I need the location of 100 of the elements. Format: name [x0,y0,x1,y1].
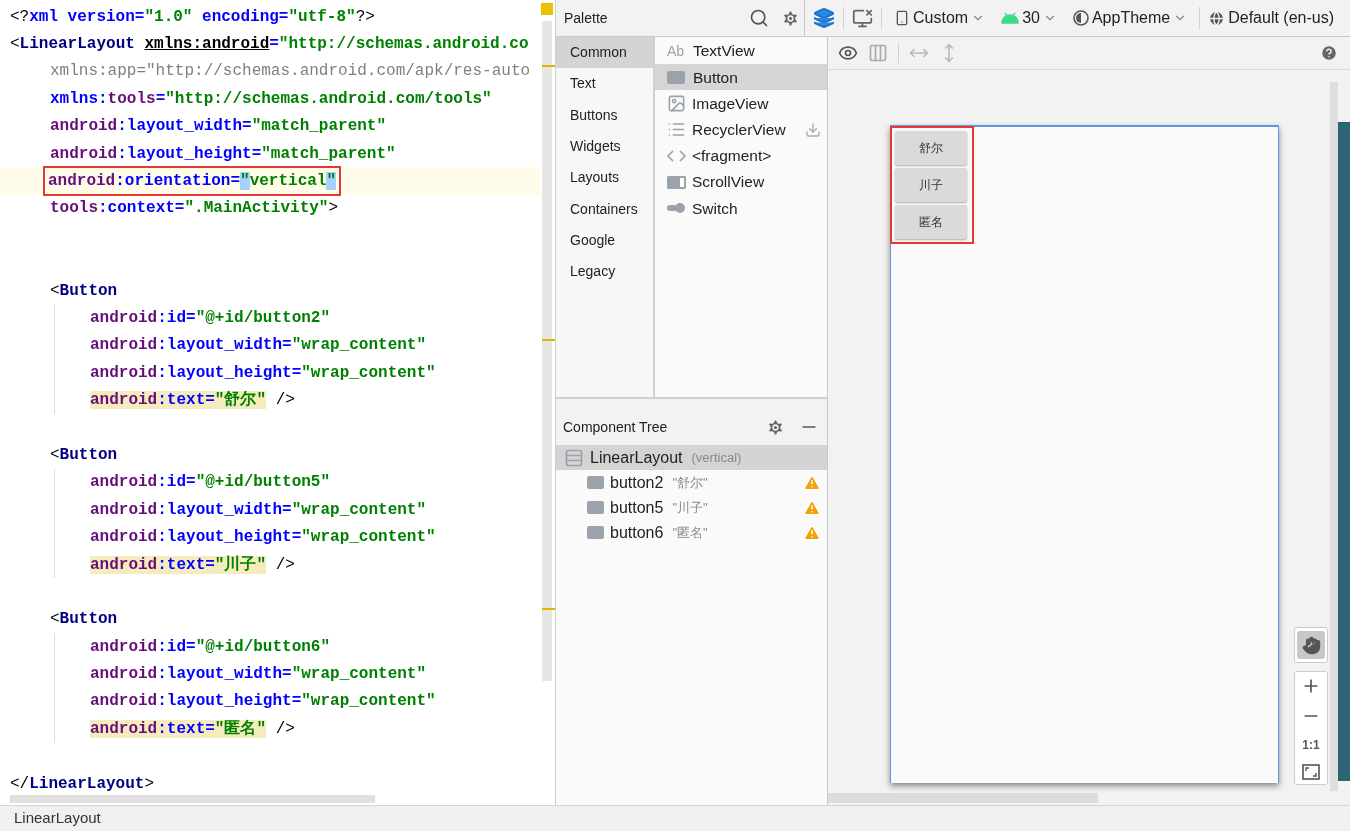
code-line: android:text="舒尔" /> [90,390,295,412]
tree-item-detail: "川子" [672,498,708,517]
palette-item-label: RecyclerView [692,120,787,141]
help-icon[interactable] [1320,44,1338,62]
settings-icon[interactable] [781,8,800,28]
fit-screen-icon[interactable] [1302,764,1320,780]
code-line: android:id="@+id/button2" [90,308,331,329]
preview-button[interactable]: 匿名 [895,205,967,239]
palette-item[interactable]: ScrollView [655,168,827,196]
hand-icon [1301,635,1321,655]
tree-item-detail: "匿名" [672,523,708,542]
palette-category[interactable]: Google [556,224,653,257]
palette-item[interactable]: Switch [655,195,827,222]
code-line: android:layout_width="wrap_content" [90,499,427,521]
code-line: android:orientation="vertical" [46,169,339,194]
palette-category[interactable]: Legacy [556,256,653,288]
code-line: <LinearLayout xmlns:android="http://schemas.android.co [10,34,529,56]
code-line: <?xml version="1.0" encoding="utf-8"?> [10,6,375,28]
palette-item-label: TextView [693,41,756,62]
download-icon[interactable] [805,121,821,138]
button-icon [587,501,604,514]
tree-item-name: button5 [610,497,664,518]
palette-category[interactable]: Widgets [556,130,653,163]
image-icon [667,93,686,113]
palette-category[interactable]: Buttons [556,99,653,131]
globe-icon [1208,9,1226,27]
horizontal-scrollbar[interactable] [828,793,1098,803]
palette-item[interactable]: Button [655,64,827,91]
code-line: android:id="@+id/button6" [90,636,331,658]
tree-item[interactable]: button5 "川子" [556,495,827,520]
preview-button[interactable]: 川子 [895,168,967,202]
palette-item[interactable]: Ab TextView [655,38,827,65]
palette-item[interactable]: <fragment> [655,142,827,169]
api-dropdown[interactable]: 30 [997,5,1061,31]
panel-title: Component Tree [563,417,669,437]
code-line: xmlns:tools="http://schemas.android.com/tools" [50,88,492,110]
code-line: <Button [50,444,118,466]
code-line: </LinearLayout> [10,773,155,795]
warning-marker[interactable] [541,65,555,67]
palette-category[interactable]: Text [556,68,653,100]
code-line: android:layout_height="wrap_content" [90,691,436,713]
button-icon [667,70,685,84]
tree-item[interactable]: button2 "舒尔" [556,470,827,495]
code-line: android:layout_height="wrap_content" [90,527,436,549]
code-line: android:layout_width="wrap_content" [90,664,427,686]
vertical-scrollbar[interactable] [1330,82,1338,791]
code-line: <Button [50,280,118,302]
theme-dropdown[interactable]: AppTheme [1068,5,1192,31]
tree-item-name: button6 [610,522,664,543]
brackets-icon [667,149,686,162]
device-screen[interactable]: 舒尔 川子 匿名 [890,125,1279,783]
palette-item-label: ScrollView [692,172,766,193]
device-dropdown[interactable]: Custom [890,5,990,31]
code-line: android:layout_width="match_parent" [50,116,387,138]
palette-item[interactable]: ImageView [655,90,827,117]
code-line: android:text="川子" /> [90,554,295,576]
tree-item-detail: (vertical) [691,448,742,467]
status-text: LinearLayout [14,808,101,829]
palette-category[interactable]: Containers [556,193,653,225]
code-line: android:layout_height="wrap_content" [90,362,436,384]
code-line: android:layout_height="match_parent" [50,143,396,165]
actual-size-button[interactable]: 1:1 [1302,736,1320,754]
warning-marker[interactable] [541,339,555,341]
button-icon [587,526,604,539]
code-line: tools:context=".MainActivity"> [50,198,339,220]
palette-item-label: ImageView [692,93,770,114]
palette-category[interactable]: Common [556,37,653,69]
layers-icon[interactable] [813,7,835,29]
warning-marker[interactable] [541,608,555,610]
tree-item[interactable]: LinearLayout (vertical) [556,445,827,470]
tree-item-detail: "舒尔" [672,473,708,492]
tree-item-name: LinearLayout [590,447,683,468]
panel-title: Palette [564,8,609,28]
columns-icon[interactable] [868,43,888,63]
code-line: android:text="匿名" /> [90,718,295,740]
android-icon [1001,12,1020,24]
code-line: <Button [50,609,118,631]
phone-icon [894,10,910,26]
tree-item-name: button2 [610,472,664,493]
pan-button[interactable] [1297,631,1325,659]
button-icon [587,476,604,489]
tree-item[interactable]: button6 "匿名" [556,520,827,545]
text-icon: Ab [667,40,687,62]
palette-item-label: Button [693,67,739,88]
preview-button[interactable]: 舒尔 [895,131,967,165]
code-line: android:layout_width="wrap_content" [90,335,427,357]
code-line: xmlns:app="http://schemas.android.com/apk/res-auto [50,61,531,83]
eye-icon[interactable] [838,43,858,63]
settings-icon[interactable] [766,417,785,437]
palette-item[interactable]: RecyclerView [655,116,827,143]
code-line: android:id="@+id/button5" [90,472,331,494]
locale-dropdown[interactable]: Default (en-us) [1208,6,1334,30]
palette-category[interactable]: Layouts [556,162,653,194]
search-icon[interactable] [749,8,769,28]
palette-item-label: Switch [692,198,739,219]
theme-icon [1072,10,1089,26]
scroll-icon [667,175,686,189]
switch-icon [667,202,686,215]
layout-icon [564,447,584,468]
horizontal-scrollbar[interactable] [10,795,375,803]
